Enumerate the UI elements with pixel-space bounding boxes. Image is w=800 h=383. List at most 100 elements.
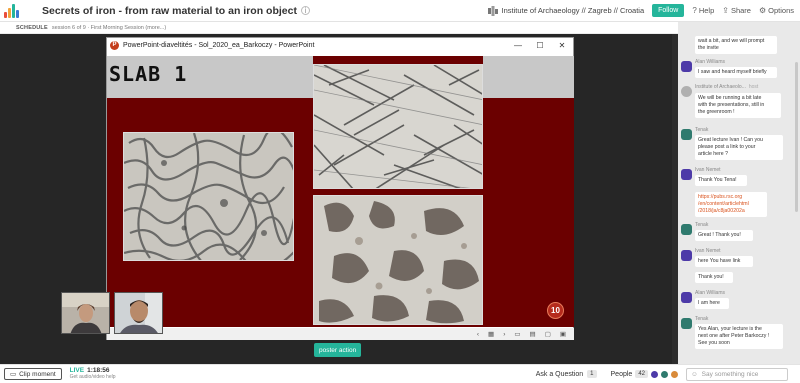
chat-bubble: Thank You Tena! (695, 175, 747, 186)
powerpoint-icon: P (110, 40, 119, 50)
app-logo[interactable] (0, 0, 22, 22)
clip-moment-label: Clip moment (19, 370, 56, 378)
ask-question-button[interactable]: Ask a Question 1 (536, 370, 597, 378)
chat-line: Thank You Tena! (698, 177, 737, 183)
chat-line: I am here (698, 300, 720, 306)
chat-line: See you soon (698, 340, 730, 346)
organizer-logo-icon (487, 5, 498, 16)
avatar (681, 169, 692, 180)
webcam-speaker-1[interactable] (61, 292, 110, 334)
ask-question-label: Ask a Question (535, 370, 584, 378)
organizer[interactable]: Institute of Archaeology // Zagreb // Cr… (487, 5, 645, 16)
slideshow-icon[interactable]: ▣ (560, 330, 566, 338)
minimize-icon[interactable]: — (507, 41, 529, 50)
next-slide-icon[interactable]: › (503, 331, 505, 338)
people-label: People (610, 370, 633, 378)
chat-input-placeholder: Say something nice (701, 370, 759, 378)
chat-bubble: Great ! Thank you! (695, 230, 753, 241)
powerpoint-window-title: PowerPoint-diaveltités - Sol_2020_ea_Bar… (123, 41, 315, 49)
avatar (681, 61, 692, 72)
avatar (681, 292, 692, 303)
chat-author: Alan Williams (695, 59, 726, 65)
chat-line: Thank you! (698, 274, 724, 280)
schedule-label[interactable]: SCHEDULE (16, 25, 48, 31)
chat-line: article here ? (698, 151, 728, 157)
chat-line: Yes Alan, your lecture is the (698, 326, 762, 332)
live-label: LIVE (69, 367, 85, 374)
help-label: Help (698, 6, 715, 15)
chat-author: Ivan Nemet (695, 248, 721, 254)
smiley-icon[interactable]: ☺ (691, 371, 698, 378)
powerpoint-window: P PowerPoint-diaveltités - Sol_2020_ea_B… (106, 37, 574, 340)
chat-bubble: I saw and heard myself briefly (695, 67, 777, 78)
slide-header-band-right (483, 56, 574, 98)
micrograph-top-right (313, 64, 483, 189)
chat-author-name: Institute of Archaeolo... (695, 84, 746, 90)
live-status: LIVE 1:18:56 Get audio/video help (70, 367, 116, 381)
organizer-name: Institute of Archaeology // Zagreb // Cr… (501, 6, 645, 15)
slide: SLAB 1 10 (107, 56, 574, 327)
chat-line: the invite (698, 45, 719, 51)
chat-author: Alan Williams (695, 290, 726, 296)
event-title: Secrets of iron - from raw material to a… (42, 4, 297, 17)
chat-line: Great lecture Ivan ! Can you (698, 137, 763, 143)
chat-bubble: I am here (695, 298, 729, 309)
chat-link-line[interactable]: https://pubs.rsc.org (698, 194, 764, 201)
slide-number-badge: 10 (547, 302, 564, 319)
chat-author: Ivan Nemet (695, 167, 721, 173)
chat-scrollbar[interactable] (795, 62, 798, 212)
chat-line: Great ! Thank you! (698, 232, 741, 238)
slide-sorter-icon[interactable]: ▤ (530, 330, 536, 338)
help-link[interactable]: ? Help (692, 6, 714, 15)
share-link[interactable]: ⇪ Share (722, 6, 751, 15)
options-link[interactable]: ⚙ Options (759, 6, 794, 15)
micrograph-bottom-right (313, 195, 483, 325)
avatar (681, 318, 692, 329)
chat-line: next one after Peter Barkoczy ! (698, 333, 770, 339)
av-help-link[interactable]: Get audio/video help (70, 374, 116, 381)
chat-input[interactable]: ☺ Say something nice (686, 367, 788, 381)
session-info[interactable]: session 6 of 9 · First Morning Session (… (52, 25, 166, 31)
maximize-icon[interactable]: ☐ (529, 41, 551, 50)
chat-bubble: We will be running a bit late with the p… (695, 93, 781, 118)
share-label: Share (730, 6, 751, 15)
chat-link-line[interactable]: /2018/ja/c8ja00202a (698, 208, 764, 215)
top-bar: Secrets of iron - from raw material to a… (0, 0, 800, 22)
micrograph-left (123, 132, 294, 261)
avatar (671, 370, 678, 378)
info-icon[interactable]: i (300, 6, 310, 15)
people-button[interactable]: People 42 (611, 370, 678, 378)
slide-grid-icon[interactable]: ▦ (488, 330, 494, 338)
schedule-bar: SCHEDULE session 6 of 9 · First Morning … (0, 22, 690, 34)
avatar (681, 86, 692, 97)
follow-button[interactable]: Follow (652, 4, 685, 17)
reading-view-icon[interactable]: ▢ (545, 330, 551, 338)
chat-line: I saw and heard myself briefly (698, 69, 767, 75)
chat-author: Tenak (695, 127, 709, 133)
webcam-speaker-2[interactable] (114, 292, 163, 334)
chat-line: We will be running a bit late (698, 95, 762, 101)
help-icon: ? (692, 6, 697, 15)
slide-title: SLAB 1 (109, 62, 188, 86)
chat-panel: wait a bit, and we will prompt the invit… (678, 22, 800, 364)
chat-link-bubble[interactable]: https://pubs.rsc.org /en/content/article… (695, 192, 767, 217)
powerpoint-titlebar: P PowerPoint-diaveltités - Sol_2020_ea_B… (107, 38, 573, 52)
poster-action-button[interactable]: poster action (314, 343, 362, 357)
close-icon[interactable]: ✕ (551, 41, 573, 50)
chat-bubble: Thank you! (695, 272, 733, 283)
chat-line: with the presentations, still in (698, 102, 765, 108)
clip-moment-button[interactable]: ▭ Clip moment (4, 368, 62, 380)
share-icon: ⇪ (722, 6, 729, 15)
chat-author: Institute of Archaeolo... host (695, 84, 758, 90)
chat-line: the greenroom ! (698, 109, 735, 115)
powerpoint-statusbar: ‹ ▦ › ▭ ▤ ▢ ▣ (107, 328, 574, 340)
chat-link-line[interactable]: /en/content/articlehtml (698, 201, 764, 208)
avatar (661, 370, 668, 378)
chat-line: here You have link (698, 258, 741, 264)
prev-slide-icon[interactable]: ‹ (477, 331, 479, 338)
people-count: 42 (635, 370, 648, 378)
live-time: 1:18:56 (87, 367, 110, 374)
normal-view-icon[interactable]: ▭ (514, 330, 520, 338)
bottom-bar: ▭ Clip moment LIVE 1:18:56 Get audio/vide… (0, 364, 800, 383)
chat-line: wait a bit, and we will prompt (698, 38, 765, 44)
